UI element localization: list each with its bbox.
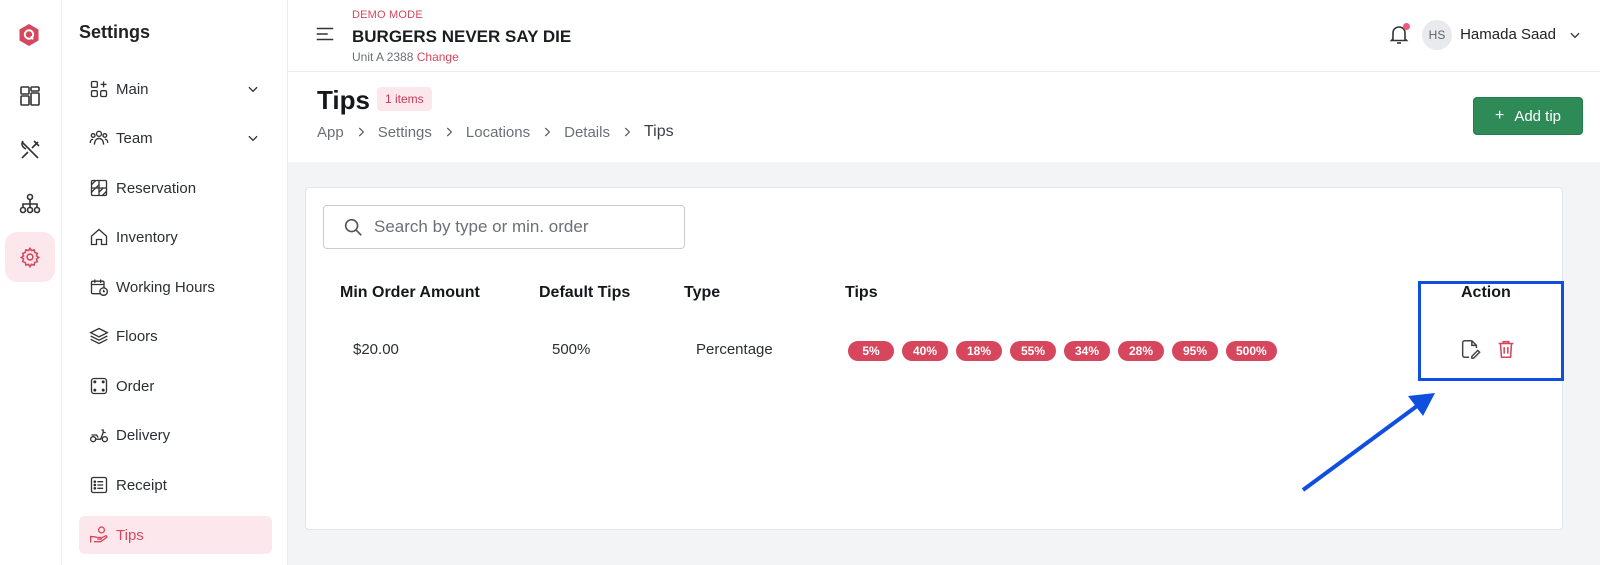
notification-dot [1403,23,1410,30]
header-type: Type [684,284,721,301]
search-icon [342,216,364,238]
count-badge: 1 items [377,87,432,111]
hand-coin-icon [89,525,109,545]
sidebar-item-label: Floors [116,327,158,345]
avatar[interactable]: HS [1422,20,1452,50]
header-tips: Tips [845,284,878,301]
breadcrumb-locations[interactable]: Locations [466,124,530,141]
settings-gear-icon[interactable] [5,232,55,282]
utensils-icon[interactable] [18,138,42,162]
sidebar-item-label: Reservation [116,179,197,197]
tip-pill: 34% [1064,341,1110,361]
unit-label: Unit A 2388 [352,50,414,64]
top-header: DEMO MODE BURGERS NEVER SAY DIE Unit A 2… [288,0,1600,72]
plus-icon: + [1494,107,1505,124]
sidebar-item-label: Tips [116,526,144,544]
cell-type: Percentage [696,341,773,358]
dotted-square-icon [89,376,109,396]
house-icon [89,227,109,247]
sidebar-item-reservation[interactable]: Reservation [79,169,272,207]
calendar-clock-icon [89,277,109,297]
sidebar-item-inventory[interactable]: Inventory [79,218,272,256]
sidebar-item-label: Inventory [116,228,178,246]
breadcrumb: App Settings Locations Details Tips [317,123,674,141]
unit-info: Unit A 2388 Change [352,50,459,64]
settings-sidebar: Settings Main Team Reservation Inventory… [62,0,288,565]
chevron-right-icon [354,125,368,139]
header-min-order: Min Order Amount [340,284,480,301]
content-area: Min Order Amount Default Tips Type Tips … [288,162,1600,565]
chevron-down-icon[interactable] [246,131,260,145]
sidebar-title: Settings [79,22,151,42]
add-tip-button[interactable]: + Add tip [1473,97,1583,135]
sidebar-item-label: Team [116,129,153,147]
team-icon [89,128,109,148]
breadcrumb-details[interactable]: Details [564,124,610,141]
tip-pill: 40% [902,341,948,361]
sidebar-item-receipt[interactable]: Receipt [79,466,272,504]
sidebar-item-floors[interactable]: Floors [79,317,272,355]
app-logo-icon[interactable] [17,23,41,47]
restaurant-name: BURGERS NEVER SAY DIE [352,27,572,46]
sidebar-item-tips[interactable]: Tips [79,516,272,554]
sidebar-item-label: Working Hours [116,278,215,296]
sidebar-item-label: Order [116,377,155,395]
chevron-down-icon[interactable] [1568,28,1582,42]
page-header: Tips 1 items App Settings Locations Deta… [288,72,1600,162]
sidebar-item-team[interactable]: Team [79,119,272,157]
header-default-tips: Default Tips [539,284,631,301]
breadcrumb-settings[interactable]: Settings [378,124,432,141]
search-input[interactable] [374,217,674,237]
sidebar-item-label: Receipt [116,476,167,494]
org-structure-icon[interactable] [18,192,42,216]
cell-default-tips: 500% [552,341,591,358]
breadcrumb-tips: Tips [643,123,674,140]
action-highlight-box [1418,281,1564,381]
add-tip-label: Add tip [1514,107,1562,125]
annotation-arrow-icon [1301,393,1435,492]
user-name[interactable]: Hamada Saad [1460,26,1556,43]
table-grid-icon [89,178,109,198]
icon-rail [0,0,62,565]
chevron-right-icon [540,125,554,139]
tips-pill-list: 5% 40% 18% 55% 34% 28% 95% 500% [848,341,1277,361]
chevron-right-icon [620,125,634,139]
chevron-right-icon [442,125,456,139]
notification-bell-icon[interactable] [1387,22,1411,46]
tip-pill: 500% [1226,341,1277,361]
breadcrumb-app[interactable]: App [317,124,344,141]
tip-pill: 28% [1118,341,1164,361]
tip-pill: 5% [848,341,894,361]
layers-icon [89,326,109,346]
list-doc-icon [89,475,109,495]
sidebar-item-main[interactable]: Main [79,70,272,108]
search-box[interactable] [323,205,685,249]
tip-pill: 95% [1172,341,1218,361]
cell-min-order: $20.00 [353,341,399,358]
demo-mode-label: DEMO MODE [352,9,423,21]
scooter-icon [89,425,109,445]
menu-icon[interactable] [314,23,336,45]
sidebar-item-order[interactable]: Order [79,367,272,405]
dashboard-icon[interactable] [18,84,42,108]
change-unit-link[interactable]: Change [417,50,459,64]
tip-pill: 18% [956,341,1002,361]
page-title: Tips [317,85,370,115]
sidebar-item-working-hours[interactable]: Working Hours [79,268,272,306]
grid-plus-icon [89,79,109,99]
chevron-down-icon[interactable] [246,82,260,96]
sidebar-item-label: Delivery [116,426,171,444]
tip-pill: 55% [1010,341,1056,361]
sidebar-item-label: Main [116,80,149,98]
sidebar-item-delivery[interactable]: Delivery [79,416,272,454]
